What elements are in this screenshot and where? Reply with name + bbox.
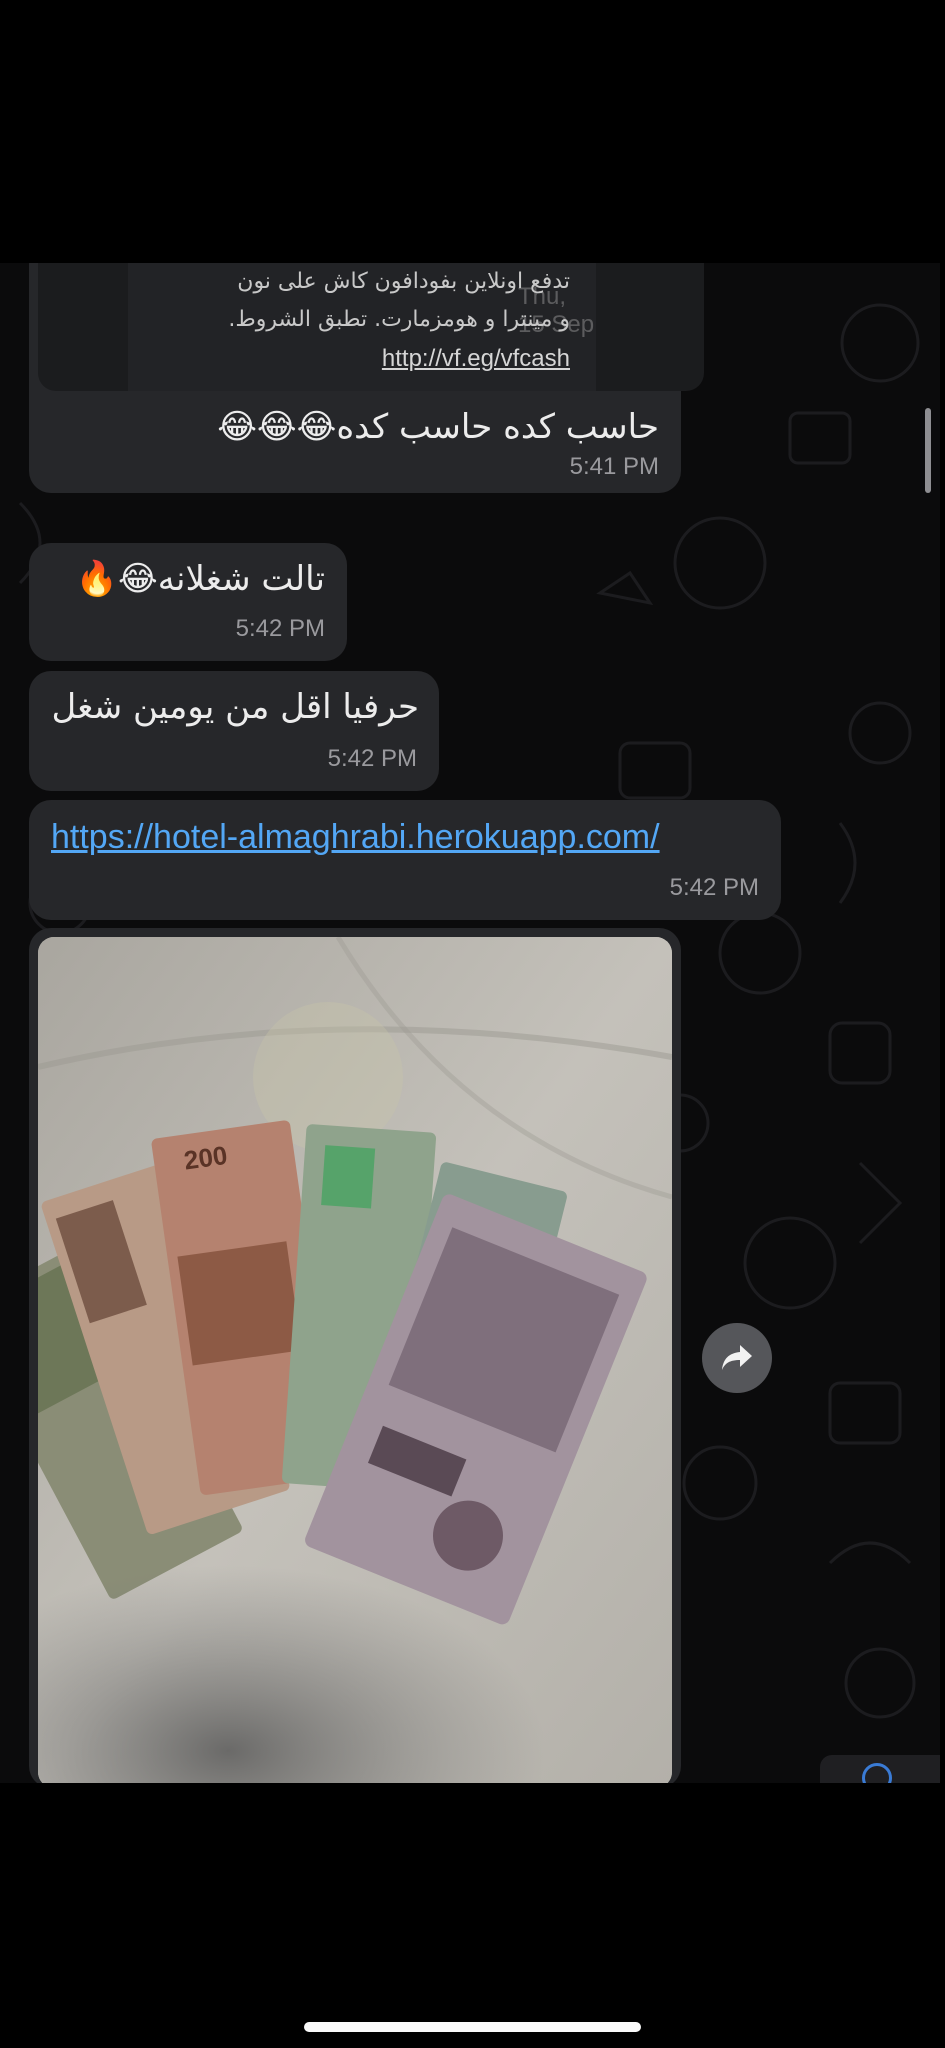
message-time-1: 5:41 PM <box>569 453 659 480</box>
photo-image[interactable]: 200 <box>38 937 672 1783</box>
message-bubble-3[interactable]: حرفيا اقل من يومين شغل 5:42 PM <box>29 671 439 791</box>
chat-area: Thu, 15 Sep تدفع اونلاين بفودافون كاش عل… <box>0 263 940 1783</box>
message-bubble-4[interactable]: https://hotel-almaghrabi.herokuapp.com/ … <box>29 800 781 920</box>
link-preview[interactable]: Thu, 15 Sep تدفع اونلاين بفودافون كاش عل… <box>38 263 704 391</box>
forward-button[interactable] <box>702 1323 772 1393</box>
scroll-indicator[interactable] <box>925 408 931 493</box>
message-bubble-2[interactable]: تالت شغلانه😂🔥 5:42 PM <box>29 543 347 661</box>
svg-text:200: 200 <box>182 1140 229 1176</box>
message-text-2: تالت شغلانه😂🔥 <box>75 559 325 599</box>
message-time-3: 5:42 PM <box>327 745 417 772</box>
preview-line-1: تدفع اونلاين بفودافون كاش على نون <box>237 269 570 294</box>
message-time-2: 5:42 PM <box>235 615 325 642</box>
message-link[interactable]: https://hotel-almaghrabi.herokuapp.com/ <box>51 818 660 857</box>
message-bubble-1[interactable]: Thu, 15 Sep تدفع اونلاين بفودافون كاش عل… <box>29 263 704 493</box>
message-text-1: حاسب كده حاسب كده😂😂😂 <box>217 407 659 447</box>
message-text-3: حرفيا اقل من يومين شغل <box>51 687 419 727</box>
message-time-4: 5:42 PM <box>669 874 759 901</box>
link-preview-body: Thu, 15 Sep تدفع اونلاين بفودافون كاش عل… <box>128 263 596 391</box>
preview-line-2: و مينترا و هومزمارت. تطبق الشروط. <box>228 307 570 332</box>
photo-message-bubble[interactable]: 200 <box>29 928 681 1783</box>
banknotes-photo-illustration: 200 <box>38 937 672 1783</box>
forward-arrow-icon <box>722 1345 752 1370</box>
scroll-to-bottom-button[interactable] <box>820 1755 940 1783</box>
scroll-down-icon <box>862 1763 892 1783</box>
home-indicator[interactable] <box>304 2022 641 2032</box>
preview-link[interactable]: http://vf.eg/vfcash <box>382 345 570 373</box>
